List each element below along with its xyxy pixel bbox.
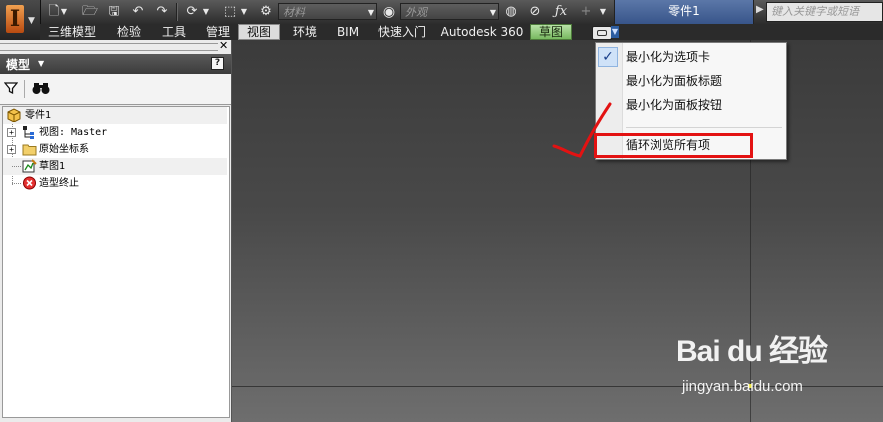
browser-header: 模型 ▼ ?: [0, 54, 231, 74]
annotation-checkmark-icon: [552, 102, 612, 158]
tree-node-label: 视图: Master: [39, 127, 108, 138]
tab-view[interactable]: 视图: [238, 24, 280, 40]
model-browser-panel: ✕ 模型 ▼ ? 零件1 + 视图: Master + 原始坐标系 草图1 造型…: [0, 40, 232, 422]
new-dropdown-icon[interactable]: ▼: [60, 4, 68, 20]
select-dropdown-icon[interactable]: ▼: [240, 4, 248, 20]
browser-toolbar: [0, 74, 231, 105]
add-icon[interactable]: +: [578, 4, 594, 20]
customize-dropdown-icon[interactable]: ▼: [598, 4, 608, 20]
update-icon[interactable]: ⟳: [184, 4, 200, 20]
menu-item-minimize-to-tabs[interactable]: ✓ 最小化为选项卡: [596, 46, 786, 68]
chevron-down-icon[interactable]: ▼: [38, 59, 44, 68]
tab-3d-model[interactable]: 三维模型: [46, 24, 98, 40]
play-arrow-icon[interactable]: ▶: [756, 4, 764, 15]
ribbon-options-dropdown-icon[interactable]: ▼: [611, 26, 619, 38]
material-combo-text: 材料: [283, 6, 305, 19]
expand-icon[interactable]: +: [7, 145, 16, 154]
app-logo: I: [6, 5, 24, 33]
ribbon-tab-bar: 三维模型 检验 工具 管理 视图 环境 BIM 快速入门 Autodesk 36…: [40, 24, 883, 40]
ribbon-minimize-icon: [597, 30, 607, 36]
filter-icon[interactable]: [4, 81, 18, 95]
tab-get-started[interactable]: 快速入门: [372, 24, 432, 40]
tree-node-origin[interactable]: + 原始坐标系: [3, 141, 227, 158]
adjust-appearance-icon[interactable]: ◍: [503, 4, 519, 20]
help-icon[interactable]: ?: [211, 57, 224, 70]
tree-node-label: 造型终止: [39, 178, 79, 189]
chevron-down-icon: ▼: [367, 8, 374, 17]
ribbon-minimize-button[interactable]: [592, 26, 612, 40]
tab-bim[interactable]: BIM: [332, 24, 364, 40]
panel-drag-handle[interactable]: [0, 43, 218, 51]
part-cube-icon: [7, 108, 21, 122]
open-folder-icon[interactable]: 🗁: [82, 4, 98, 20]
clear-appearance-icon[interactable]: ⊘: [527, 4, 543, 20]
menu-separator: [626, 127, 782, 128]
watermark-logo: Bai du 经验: [676, 335, 828, 368]
search-input[interactable]: 键入关键字或短语: [766, 2, 883, 22]
application-menu-button[interactable]: I ▼: [0, 0, 41, 40]
tree-node-end-of-part[interactable]: 造型终止: [3, 175, 227, 192]
tab-sketch[interactable]: 草图: [530, 24, 572, 40]
menu-item-minimize-to-panel-titles[interactable]: 最小化为面板标题: [596, 70, 786, 92]
menu-item-label: 最小化为面板标题: [626, 74, 723, 88]
close-icon[interactable]: ✕: [219, 40, 229, 51]
chevron-down-icon: ▼: [489, 8, 496, 17]
tree-node-part[interactable]: 零件1: [3, 107, 227, 124]
tree-node-label: 原始坐标系: [39, 144, 89, 155]
watermark-url: jingyan.baidu.com: [682, 378, 803, 395]
browser-title[interactable]: 模型: [6, 56, 30, 73]
toolbar-separator: [176, 3, 178, 21]
undo-icon[interactable]: ↶: [130, 4, 146, 20]
tree-line: [12, 183, 21, 184]
tree-node-label: 草图1: [39, 161, 66, 172]
document-title: 零件1: [614, 0, 754, 24]
binoculars-icon[interactable]: [32, 80, 50, 96]
menu-item-label: 最小化为面板按钮: [626, 98, 723, 112]
select-icon[interactable]: ⬚: [222, 4, 238, 20]
check-icon: ✓: [598, 47, 618, 67]
save-icon[interactable]: 🖫: [106, 4, 122, 20]
menu-item-minimize-to-panel-buttons[interactable]: 最小化为面板按钮: [596, 94, 786, 116]
tab-inspect[interactable]: 检验: [114, 24, 144, 40]
stop-icon: [23, 176, 36, 190]
appearance-sphere-icon[interactable]: ◉: [381, 4, 397, 20]
view-rep-icon: [23, 126, 34, 139]
tab-autodesk-360[interactable]: Autodesk 360: [440, 24, 524, 40]
quick-access-toolbar: I ▼ 🗋 ▼ 🗁 🖫 ↶ ↷ ⟳ ▼ ⬚ ▼ ⚙ 材料 ▼ ◉ 外观 ▼ ◍ …: [0, 0, 883, 40]
menu-item-label: 最小化为选项卡: [626, 50, 711, 64]
redo-icon[interactable]: ↷: [154, 4, 170, 20]
appearance-combo[interactable]: 外观 ▼: [400, 3, 499, 20]
tree-line: [12, 166, 21, 167]
expand-icon[interactable]: +: [7, 128, 16, 137]
tab-manage[interactable]: 管理: [202, 24, 234, 40]
tab-tools[interactable]: 工具: [158, 24, 190, 40]
toolbar-separator: [24, 80, 25, 98]
parameters-fx-icon[interactable]: ƒx: [553, 4, 569, 20]
folder-icon: [22, 144, 37, 156]
sketch-icon: [22, 159, 37, 173]
material-combo[interactable]: 材料 ▼: [278, 3, 377, 20]
update-dropdown-icon[interactable]: ▼: [202, 4, 210, 20]
tree-node-sketch[interactable]: 草图1: [3, 158, 227, 175]
tree-node-label: 零件1: [25, 110, 52, 121]
tab-environments[interactable]: 环境: [286, 24, 324, 40]
app-menu-arrow-icon: ▼: [28, 16, 35, 26]
appearance-combo-text: 外观: [405, 6, 427, 19]
tree-node-view[interactable]: + 视图: Master: [3, 124, 227, 141]
settings-gear-icon[interactable]: ⚙: [258, 4, 274, 20]
model-tree: 零件1 + 视图: Master + 原始坐标系 草图1 造型终止: [2, 106, 230, 418]
